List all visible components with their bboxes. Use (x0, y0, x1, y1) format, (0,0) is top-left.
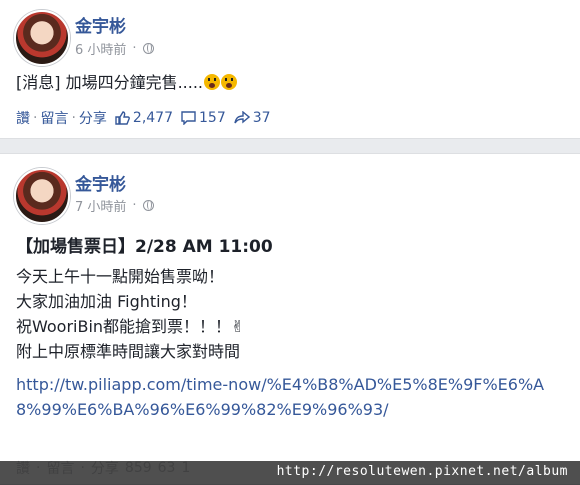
share-count[interactable]: 37 (234, 110, 271, 126)
globe-icon[interactable] (142, 200, 154, 211)
author-name[interactable]: 金宇彬 (75, 12, 126, 37)
post-message: [消息] 加場四分鐘完售..... (16, 73, 204, 92)
avatar[interactable] (14, 10, 70, 66)
timestamp[interactable]: 7 小時前 (75, 196, 126, 215)
fearful-face-icon (221, 74, 238, 90)
comment-count[interactable]: 157 (181, 110, 226, 126)
watermark-text: http://resolutewen.pixnet.net/album (276, 464, 568, 479)
post-card: 金宇彬 6 小時前 · [消息] 加場四分鐘完售..... 讚 · 留言 · 分… (0, 0, 580, 139)
thumbs-up-icon (115, 111, 130, 125)
post-line: 附上中原標準時間讓大家對時間 (16, 342, 241, 361)
post-meta: 7 小時前 · (75, 196, 154, 215)
post-title: 【加場售票日】2/28 AM 11:00 (16, 237, 273, 257)
avatar[interactable] (14, 168, 70, 224)
timestamp[interactable]: 6 小時前 (75, 39, 126, 58)
post-line: 祝WooriBin都能搶到票！！！✌ (16, 317, 245, 336)
like-button[interactable]: 讚 (16, 108, 30, 128)
comment-button[interactable]: 留言 (40, 108, 68, 128)
author-name[interactable]: 金宇彬 (75, 170, 126, 195)
fearful-face-icon (204, 74, 221, 90)
globe-icon[interactable] (142, 43, 154, 54)
post-body: 今天上午十一點開始售票呦！ 大家加油加油 Fighting！ 祝WooriBin… (16, 264, 244, 364)
action-bar: 讚 · 留言 · 分享 2,477 157 37 (16, 108, 271, 128)
post-text: [消息] 加場四分鐘完售..... (16, 70, 238, 96)
comment-bubble-icon (181, 111, 196, 125)
post-link[interactable]: http://tw.piliapp.com/time-now/%E4%B8%AD… (16, 372, 561, 422)
share-arrow-icon (234, 111, 250, 124)
comment-count-value: 157 (199, 110, 226, 126)
post-line: 大家加油加油 Fighting！ (16, 292, 197, 311)
post-card: 金宇彬 7 小時前 · 【加場售票日】2/28 AM 11:00 今天上午十一點… (0, 153, 580, 485)
post-line: 今天上午十一點開始售票呦！ (16, 267, 225, 286)
like-count[interactable]: 2,477 (115, 110, 173, 126)
share-count-value: 37 (252, 110, 271, 126)
share-button[interactable]: 分享 (79, 108, 107, 128)
like-count-value: 2,477 (132, 110, 173, 126)
post-meta: 6 小時前 · (75, 39, 154, 58)
